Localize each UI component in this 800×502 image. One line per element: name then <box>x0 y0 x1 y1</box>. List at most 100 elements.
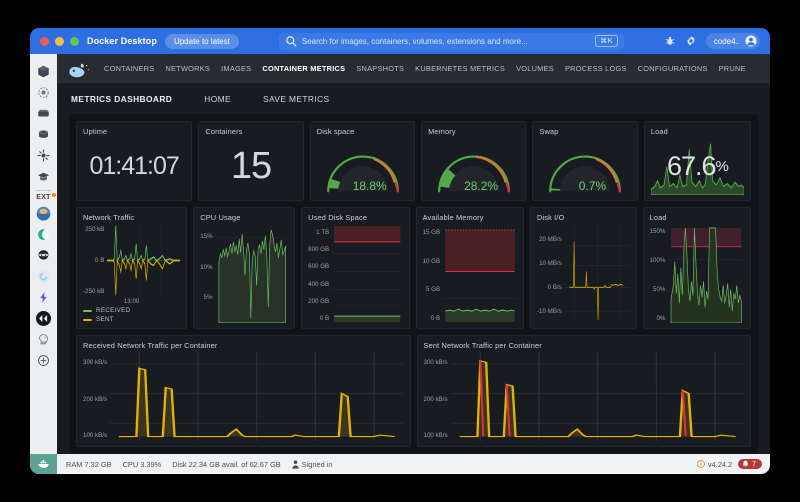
dashboard-row-2: Network Traffic 250 kB 0 B -250 kB 13:00… <box>76 207 751 329</box>
y-tick: 300 kB/s <box>423 359 448 366</box>
panel-cpu-usage[interactable]: CPU Usage 15% 10% 5% <box>193 207 296 329</box>
gear-icon[interactable] <box>685 35 697 47</box>
panel-title-disk-space: Disk space <box>316 127 355 136</box>
panel-title-memory: Memory <box>428 127 456 136</box>
sidebar-item-learning-center[interactable] <box>33 166 55 186</box>
docker-desktop-window: Docker Desktop Update to latest Search f… <box>30 28 770 474</box>
y-tick: 15 GB <box>422 229 441 236</box>
panel-load-summary[interactable]: Load 67.6% <box>643 121 752 201</box>
save-metrics-link[interactable]: SAVE METRICS <box>263 94 330 104</box>
dashboard-subbar: METRICS DASHBOARD HOME SAVE METRICS <box>57 84 770 114</box>
tab-images[interactable]: IMAGES <box>221 64 251 73</box>
tab-volumes[interactable]: VOLUMES <box>516 64 554 73</box>
panel-title-cpu-usage: CPU Usage <box>200 213 241 222</box>
gauge-swap: 0.7% <box>539 138 631 195</box>
network-traffic-y-axis: 250 kB 0 B -250 kB <box>83 224 107 297</box>
container-cube-icon <box>38 65 49 77</box>
sidebar-item-containers[interactable] <box>33 61 55 81</box>
panel-title-used-disk-space: Used Disk Space <box>308 213 368 222</box>
page-title: METRICS DASHBOARD <box>71 94 173 104</box>
left-sidebar: EXT <box>30 54 57 454</box>
y-tick: 0 B/s <box>547 284 562 291</box>
y-tick: 20 MB/s <box>539 236 562 243</box>
home-link[interactable]: HOME <box>204 94 231 104</box>
available-memory-y-axis: 15 GB 10 GB 5 GB 0 B <box>423 224 444 323</box>
tab-prune[interactable]: PRUNE <box>719 64 746 73</box>
cpu-usage-y-axis: 15% 10% 5% <box>200 224 215 323</box>
y-tick: 10 GB <box>422 257 441 265</box>
update-to-latest-button[interactable]: Update to latest <box>164 33 239 49</box>
legend-swatch-sent <box>83 318 92 321</box>
panel-uptime[interactable]: Uptime 01:41:07 <box>76 121 193 201</box>
y-tick: 15% <box>200 233 213 240</box>
sidebar-add-extension-button[interactable] <box>33 350 55 370</box>
sidebar-extension-logs-explorer[interactable] <box>33 224 55 244</box>
panel-title-load-timeseries: Load <box>649 213 667 222</box>
extension-kc-icon <box>36 310 51 326</box>
sidebar-item-volumes[interactable] <box>33 124 55 144</box>
legend-label-sent: SENT <box>96 316 114 323</box>
tab-containers[interactable]: CONTAINERS <box>104 64 154 73</box>
sidebar-extension-postgres[interactable] <box>33 329 55 349</box>
user-account-button[interactable]: code4.. <box>705 33 760 49</box>
used-disk-space-plot <box>332 224 403 323</box>
status-version[interactable]: v4.24.2 <box>697 460 732 469</box>
panel-available-memory[interactable]: Available Memory 15 GB 10 GB 5 GB 0 B <box>415 207 524 329</box>
panel-used-disk-space[interactable]: Used Disk Space 1 TB 800 GB 600 GB 400 G… <box>301 207 410 329</box>
y-tick: 100 kB/s <box>423 432 448 439</box>
panel-network-traffic[interactable]: Network Traffic 250 kB 0 B -250 kB 13:00… <box>76 207 188 329</box>
extension-ninja-icon <box>38 249 49 260</box>
volumes-disk-icon <box>39 129 48 138</box>
panel-disk-io[interactable]: Disk I/O 20 MB/s 10 MB/s 0 B/s -10 MB/s <box>530 207 637 329</box>
sidebar-extension-kubecost[interactable] <box>33 308 55 328</box>
legend-item-sent[interactable]: SENT <box>83 316 180 323</box>
notifications-badge[interactable]: 7 <box>738 459 762 469</box>
tab-container-metrics[interactable]: CONTAINER METRICS <box>262 64 345 73</box>
sidebar-extension-resource-usage[interactable] <box>33 245 55 265</box>
sidebar-item-builds[interactable] <box>33 145 55 165</box>
plus-circle-icon <box>38 354 49 366</box>
search-icon <box>286 36 297 47</box>
panel-received-traffic-per-container[interactable]: Received Network Traffic per Container 3… <box>76 335 411 447</box>
status-signed-in[interactable]: Signed in <box>291 460 333 469</box>
tab-kubernetes-metrics[interactable]: KUBERNETES METRICS <box>415 64 505 73</box>
panel-sent-traffic-per-container[interactable]: Sent Network Traffic per Container 300 k… <box>416 335 751 447</box>
gauge-value-disk-space: 18.8% <box>352 179 387 193</box>
tab-snapshots[interactable]: SNAPSHOTS <box>356 64 404 73</box>
cpu-usage-plot <box>215 224 289 323</box>
bug-icon[interactable] <box>664 35 676 47</box>
legend-item-received[interactable]: RECEIVED <box>83 307 180 314</box>
panel-swap[interactable]: Swap 0.7% <box>532 121 638 201</box>
maximize-window-button[interactable] <box>70 36 79 46</box>
info-circle-icon <box>697 460 705 468</box>
search-input[interactable]: Search for images, containers, volumes, … <box>302 37 590 46</box>
sidebar-extension-disk-usage[interactable] <box>33 203 55 223</box>
tab-networks[interactable]: NETWORKS <box>165 64 210 73</box>
minimize-window-button[interactable] <box>55 36 64 46</box>
network-traffic-x-axis: 13:00 <box>123 298 140 305</box>
network-traffic-legend: RECEIVED SENT <box>83 305 180 323</box>
panel-disk-space[interactable]: Disk space 18.8% <box>309 121 416 201</box>
account-avatar-icon <box>745 35 757 47</box>
panel-containers[interactable]: Containers 15 <box>198 121 304 201</box>
panel-memory[interactable]: Memory 28.2% <box>421 121 527 201</box>
docker-whale-logo <box>69 63 89 77</box>
sidebar-extension-lightning[interactable] <box>33 287 55 307</box>
sidebar-item-kubernetes[interactable] <box>33 82 55 102</box>
y-tick: 0 B <box>319 314 330 322</box>
builds-atom-icon <box>37 149 50 161</box>
global-search-bar[interactable]: Search for images, containers, volumes, … <box>278 32 624 50</box>
app-title: Docker Desktop <box>87 36 157 46</box>
tab-configurations[interactable]: CONFIGURATIONS <box>638 64 708 73</box>
close-window-button[interactable] <box>40 36 49 46</box>
sidebar-item-images[interactable] <box>33 103 55 123</box>
panel-load-timeseries[interactable]: Load 150% 100% 50% 0% <box>642 207 751 329</box>
kubernetes-helm-icon <box>38 86 49 98</box>
titlebar-actions: code4.. <box>664 33 762 49</box>
y-tick: 100 kB/s <box>83 432 108 439</box>
y-tick: 300 kB/s <box>83 359 108 366</box>
status-disk: Disk 22.34 GB avail. of 62.67 GB <box>172 459 281 469</box>
sidebar-extension-volumes-backup[interactable] <box>33 266 55 286</box>
tab-process-logs[interactable]: PROCESS LOGS <box>565 64 627 73</box>
status-docker-engine-indicator[interactable] <box>30 454 57 474</box>
